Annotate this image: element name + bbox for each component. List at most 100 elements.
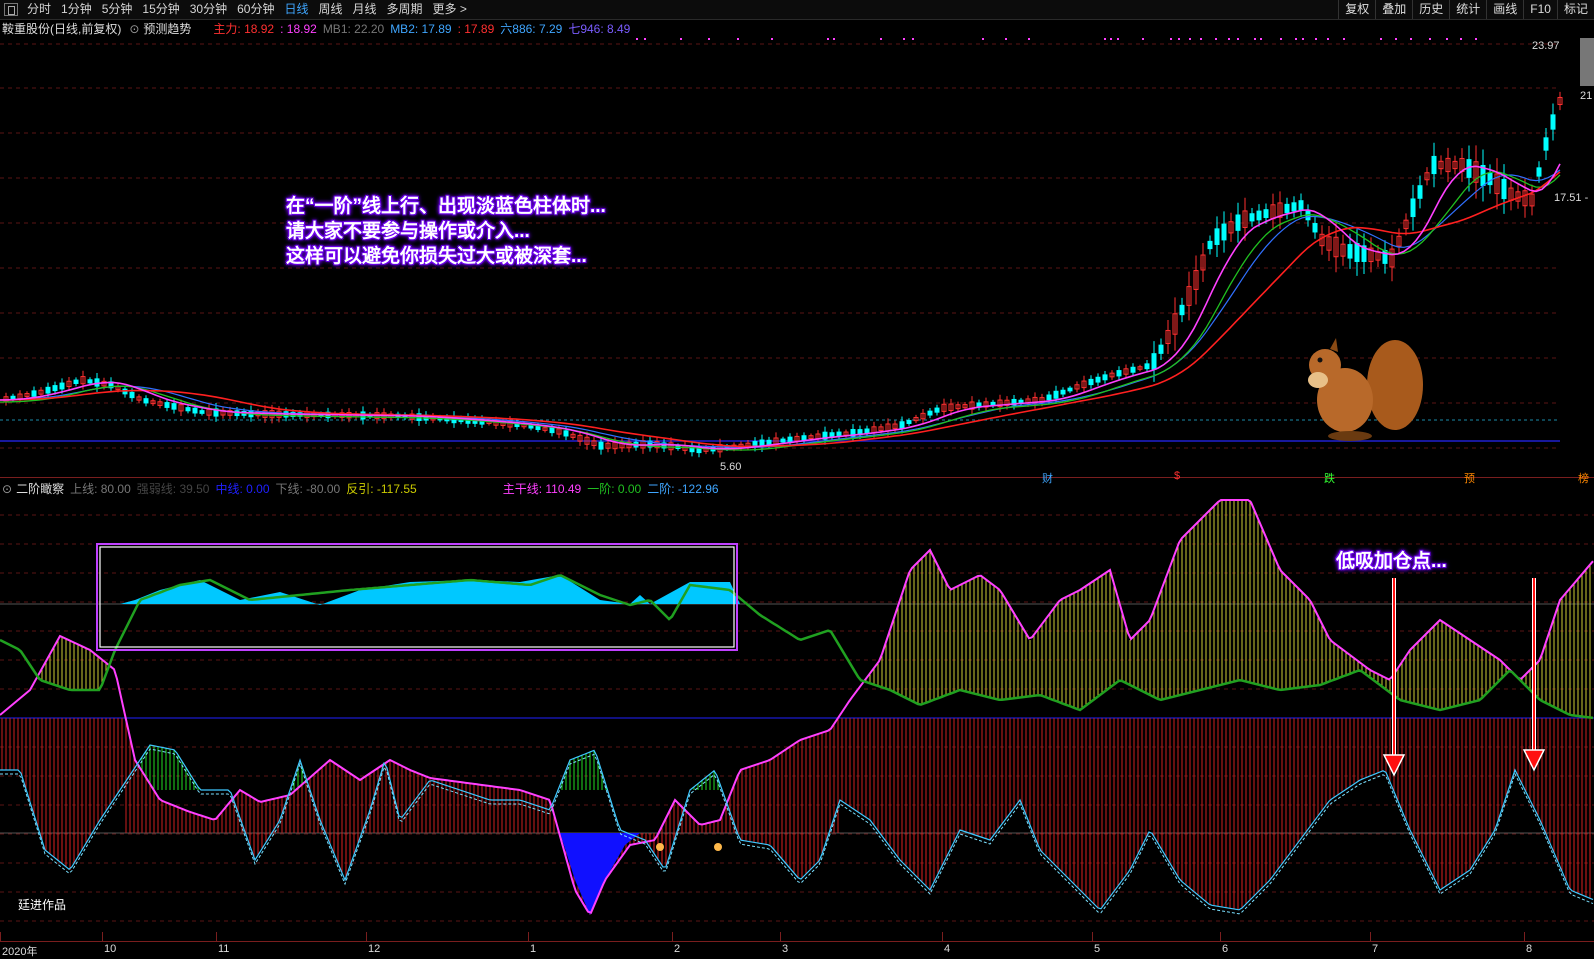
annotation-line-2: 请大家不要参与操作或介入... [286, 221, 530, 242]
candle-body [1158, 344, 1164, 354]
candle-body [87, 379, 93, 384]
candle-body [780, 438, 786, 443]
candle-body [1312, 223, 1318, 233]
signal-dot [1237, 38, 1239, 40]
signal-dot [1228, 38, 1230, 40]
candle-body [1284, 203, 1290, 214]
price-current-label: 17.51 - [1554, 192, 1589, 204]
candle-body [1067, 387, 1073, 392]
signal-dot [1005, 38, 1007, 40]
candle-body [1298, 200, 1304, 211]
candle-body [1501, 178, 1507, 200]
event-finance-icon[interactable]: 财 [1040, 470, 1055, 486]
price-scrollbar[interactable] [1580, 38, 1594, 86]
x-axis-tick [1370, 932, 1371, 942]
signal-dot [1343, 38, 1345, 40]
signal-dot [1280, 38, 1282, 40]
x-axis-label-9: 6 [1222, 943, 1229, 955]
event-forecast-icon[interactable]: 预 [1462, 470, 1477, 486]
candle-body [73, 379, 79, 384]
candle-body [1060, 389, 1066, 395]
x-axis-tick [1220, 932, 1221, 942]
candle-body [1207, 240, 1213, 250]
x-axis-tick [942, 932, 943, 942]
signal-dot [1178, 38, 1180, 40]
x-axis-label-4: 1 [530, 943, 537, 955]
x-axis-label-2: 11 [218, 943, 230, 955]
price-low-label: 5.60 [720, 461, 742, 473]
signal-dot [833, 38, 835, 40]
signal-dot [771, 38, 773, 40]
chart-canvas[interactable] [0, 0, 1594, 957]
candle-body [171, 403, 177, 410]
x-axis: 2020年 10 11 12 1 2 3 4 5 6 7 8 [0, 932, 1594, 958]
signal-dot [737, 38, 739, 40]
candle-body [1151, 353, 1157, 370]
main-annotation: 在“一阶”线上行、出现淡蓝色柱体时... 请大家不要参与操作或介入... 这样可… [286, 194, 606, 269]
signal-dot [1410, 38, 1412, 40]
signal-dot [1460, 38, 1462, 40]
event-rank-icon[interactable]: 榜 [1576, 470, 1591, 486]
candle-body [45, 386, 51, 394]
x-axis-tick [672, 932, 673, 942]
x-axis-tick [780, 932, 781, 942]
candle-body [899, 421, 905, 429]
signal-dot [1028, 38, 1030, 40]
event-fall-icon[interactable]: 跌 [1322, 470, 1337, 486]
candle-body [94, 378, 100, 387]
signal-dot [1189, 38, 1191, 40]
cursor-hand-icon [714, 843, 722, 851]
candle-body [1214, 228, 1220, 245]
candle-body [1347, 244, 1353, 259]
x-axis-tick [0, 932, 1, 942]
signal-dot [1215, 38, 1217, 40]
signal-dot [982, 38, 984, 40]
candle-body [801, 435, 807, 441]
candle-body [1431, 155, 1437, 175]
signal-dot [1200, 38, 1202, 40]
x-axis-label-7: 4 [944, 943, 951, 955]
candle-body [1095, 376, 1101, 383]
x-axis-tick [1092, 932, 1093, 942]
candle-body [535, 425, 541, 431]
signal-dot [1260, 38, 1262, 40]
signal-dot [1380, 38, 1382, 40]
candle-body [31, 390, 37, 397]
candle-body [52, 385, 58, 392]
x-axis-tick [366, 932, 367, 942]
x-axis-tick [528, 932, 529, 942]
signal-dot [1395, 38, 1397, 40]
event-dollar-icon[interactable]: $ [1172, 470, 1182, 482]
x-axis-label-1: 10 [104, 943, 117, 955]
candle-body [1543, 137, 1549, 151]
buy-arrow-2-head [1522, 749, 1546, 772]
candle-body [185, 407, 191, 412]
candle-body [59, 382, 65, 390]
candle-body [787, 436, 793, 443]
candle-body [1536, 167, 1542, 177]
signal-dot [680, 38, 682, 40]
signal-dot [903, 38, 905, 40]
signal-dot [1315, 38, 1317, 40]
candle-body [598, 441, 604, 450]
x-axis-tick [102, 932, 103, 942]
price-high-label: 23.97 [1532, 40, 1560, 52]
candle-body [1417, 185, 1423, 199]
candle-body [1235, 214, 1241, 231]
author-label: 廷进作品 [18, 898, 67, 912]
signal-dot [1142, 38, 1144, 40]
signal-dot [708, 38, 710, 40]
signal-dot [827, 38, 829, 40]
candle-body [1550, 114, 1556, 130]
candle-body [1354, 243, 1360, 262]
signal-dot [1254, 38, 1256, 40]
signal-dot [1446, 38, 1448, 40]
candle-body [1256, 210, 1262, 221]
annotation-line-3: 这样可以避免你损失过大或被深套... [286, 246, 587, 267]
signal-dot [912, 38, 914, 40]
x-axis-tick [1524, 932, 1525, 942]
candle-body [1102, 374, 1108, 381]
candle-body [129, 391, 135, 399]
candle-body [1088, 378, 1094, 386]
candle-body [1249, 213, 1255, 222]
